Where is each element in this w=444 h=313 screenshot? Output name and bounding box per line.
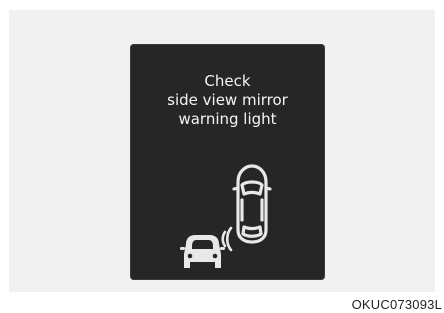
host-car-icon (232, 164, 272, 244)
warning-line-3: warning light (178, 110, 277, 128)
warning-line-1: Check (204, 72, 251, 90)
blind-spot-warning-icon (180, 164, 272, 268)
cluster-display: Check side view mirror warning light (130, 44, 325, 280)
radar-waves-icon (221, 226, 233, 252)
warning-message: Check side view mirror warning light (130, 72, 325, 129)
warning-line-2: side view mirror (167, 91, 288, 109)
approaching-car-icon (180, 235, 225, 268)
figure-code: OKUC073093L (351, 297, 442, 312)
